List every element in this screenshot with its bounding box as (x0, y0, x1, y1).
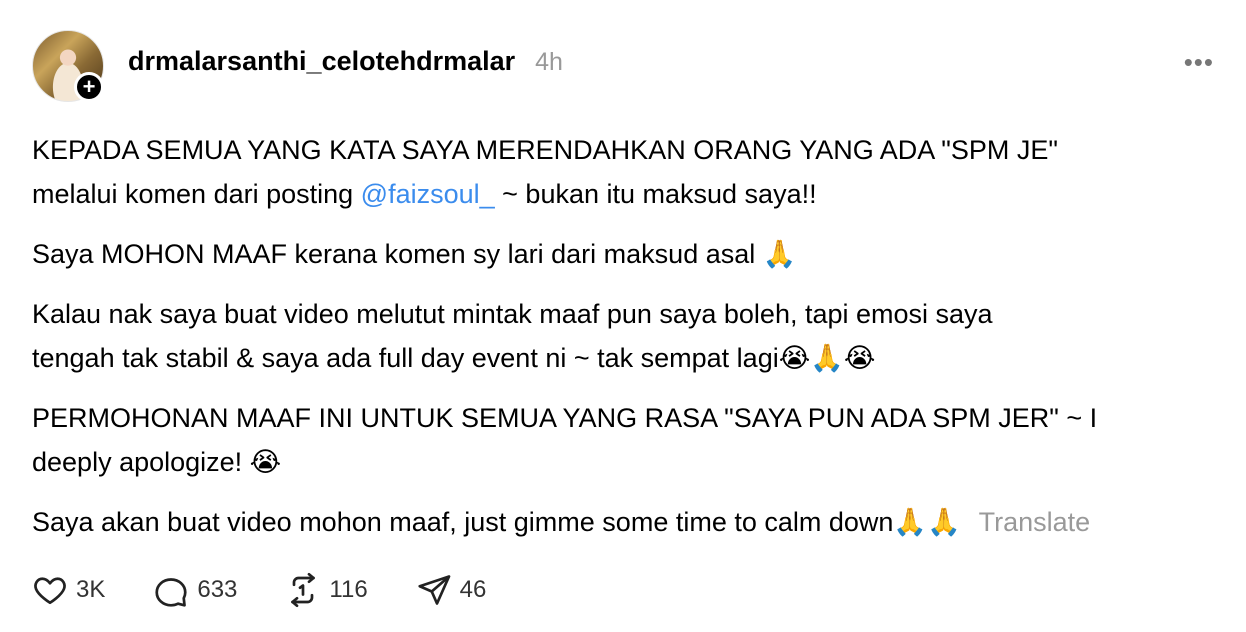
repost-button[interactable]: 116 (285, 572, 368, 608)
paragraph-2: Saya MOHON MAAF kerana komen sy lari dar… (32, 239, 797, 269)
share-button[interactable]: 46 (416, 572, 487, 608)
share-count: 46 (459, 576, 487, 603)
send-icon (418, 575, 451, 605)
paragraph-4: PERMOHONAN MAAF INI UNTUK SEMUA YANG RAS… (32, 396, 1217, 484)
post-timestamp: 4h (535, 48, 563, 76)
comment-bubble-icon (155, 578, 187, 607)
paragraph-5-text: Saya akan buat video mohon maaf, just gi… (32, 507, 961, 537)
repost-count: 116 (329, 576, 368, 603)
post-body: KEPADA SEMUA YANG KATA SAYA MERENDAHKAN … (32, 128, 1217, 544)
paragraph-1-text-after-mention: ~ bukan itu maksud saya!! (494, 179, 817, 209)
comment-count: 633 (197, 576, 238, 603)
translate-link[interactable]: Translate (979, 507, 1091, 537)
follow-button[interactable]: + (74, 72, 104, 102)
action-bar: 3K 633 116 46 (32, 572, 534, 608)
repost-icon (291, 572, 316, 608)
paragraph-3: Kalau nak saya buat video melutut mintak… (32, 292, 1217, 380)
post-header: drmalarsanthi_celotehdrmalar 4h (128, 46, 563, 77)
paragraph-4-line-1: PERMOHONAN MAAF INI UNTUK SEMUA YANG RAS… (32, 403, 1098, 433)
paragraph-5: Saya akan buat video mohon maaf, just gi… (32, 500, 1217, 544)
paragraph-1-text-before-mention: melalui komen dari posting (32, 179, 361, 209)
paragraph-1: KEPADA SEMUA YANG KATA SAYA MERENDAHKAN … (32, 128, 1217, 216)
username[interactable]: drmalarsanthi_celotehdrmalar (128, 46, 515, 77)
avatar-container[interactable]: + (32, 30, 104, 102)
mention-link[interactable]: @faizsoul_ (361, 179, 495, 209)
paragraph-1-line-1: KEPADA SEMUA YANG KATA SAYA MERENDAHKAN … (32, 135, 1058, 165)
heart-icon (34, 577, 66, 605)
thread-post: + drmalarsanthi_celotehdrmalar 4h ••• KE… (0, 0, 1246, 632)
like-button[interactable]: 3K (32, 572, 105, 608)
paragraph-3-line-2: tengah tak stabil & saya ada full day ev… (32, 343, 876, 373)
like-count: 3K (76, 576, 106, 603)
comment-button[interactable]: 633 (153, 572, 237, 608)
paragraph-3-line-1: Kalau nak saya buat video melutut mintak… (32, 299, 993, 329)
more-options-icon[interactable]: ••• (1184, 49, 1214, 75)
paragraph-4-line-2: deeply apologize! 😭 (32, 447, 282, 477)
